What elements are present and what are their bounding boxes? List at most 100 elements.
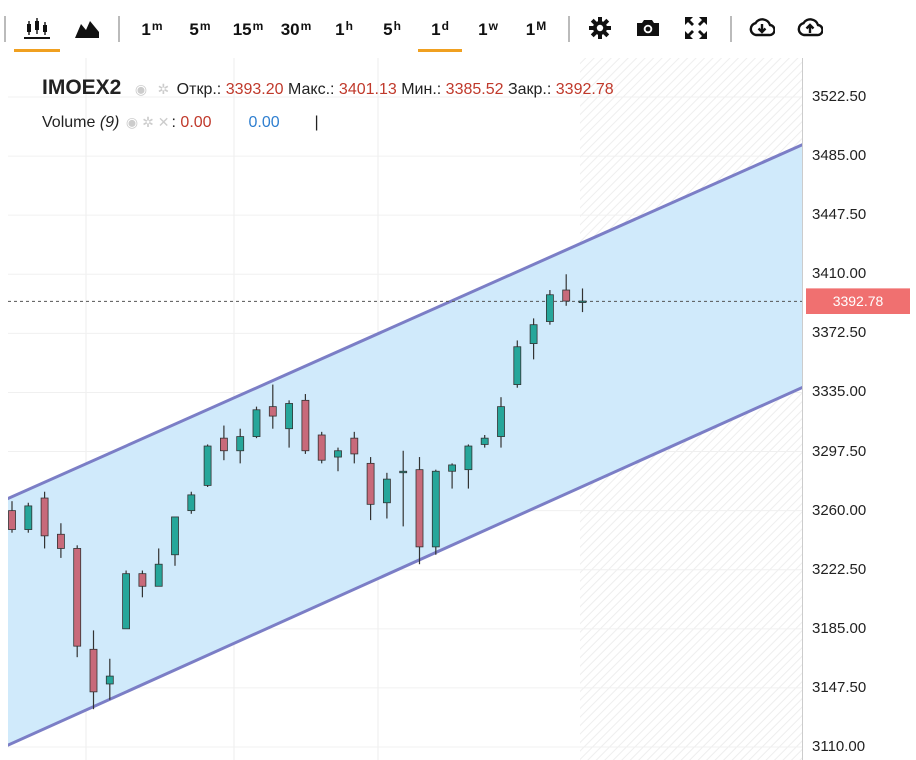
candle-body xyxy=(399,470,408,474)
interval-unit: m xyxy=(199,19,211,33)
candle-body xyxy=(187,494,196,512)
interval-unit: h xyxy=(345,19,353,33)
interval-unit: d xyxy=(441,19,449,33)
candle-body xyxy=(513,346,522,385)
high-value: 3401.13 xyxy=(338,81,397,98)
candle-body xyxy=(8,510,16,530)
volume-value-2: 0.00 xyxy=(248,114,280,131)
fullscreen-button[interactable] xyxy=(676,10,716,50)
candle-body xyxy=(317,434,326,461)
volume-value-1: 0.00 xyxy=(180,114,212,131)
interval-button-1d[interactable]: 1d xyxy=(418,10,462,52)
high-label: Макс.: xyxy=(287,81,335,98)
close-label: Закр.: xyxy=(507,81,552,98)
camera-icon xyxy=(635,17,661,44)
fullscreen-icon xyxy=(684,16,708,45)
price-tick-label: 3222.50 xyxy=(812,560,867,578)
interval-value: 5 xyxy=(383,20,393,39)
volume-legend: Volume (9) ◉ ✲ ✕: 0.00 0.00 | xyxy=(42,114,319,131)
interval-value: 5 xyxy=(189,20,199,39)
price-tick-label: 3522.50 xyxy=(812,88,867,105)
gear-button[interactable] xyxy=(580,10,620,50)
chart-area[interactable] xyxy=(8,58,802,760)
candlestick-icon xyxy=(24,17,50,44)
price-tick-label: 3335.00 xyxy=(812,383,867,401)
camera-button[interactable] xyxy=(628,10,668,50)
close-icon[interactable]: ✕ xyxy=(158,114,170,130)
price-tick-label: 3485.00 xyxy=(812,147,867,165)
candle-body xyxy=(578,300,587,303)
eye-icon[interactable]: ◉ xyxy=(135,81,147,97)
candle-body xyxy=(40,497,49,537)
interval-button-5m[interactable]: 5m xyxy=(178,10,222,50)
area-chart-button[interactable] xyxy=(64,10,110,50)
candle-body xyxy=(382,478,391,504)
interval-value: 15 xyxy=(232,20,252,39)
candle-body xyxy=(268,406,277,417)
candle-body xyxy=(562,289,571,302)
candle-body xyxy=(448,464,457,472)
interval-button-5h[interactable]: 5h xyxy=(370,10,414,50)
price-tick-label: 3147.50 xyxy=(812,678,867,696)
toolbar-separator xyxy=(730,16,732,42)
price-tick-label: 3297.50 xyxy=(812,442,867,460)
symbol-name: IMOEX2 xyxy=(42,76,122,99)
interval-button-1M[interactable]: 1M xyxy=(514,10,558,50)
candle-body xyxy=(334,450,342,458)
price-chart[interactable] xyxy=(8,58,802,760)
price-tick-label: 3260.00 xyxy=(812,501,867,519)
interval-button-1m[interactable]: 1m xyxy=(130,10,174,50)
chart-toolbar: 1 m 5 m 15 m 30 m 1 h 5 h 1 d 1 w 1 M xyxy=(0,0,916,60)
price-tick-label: 3410.00 xyxy=(812,265,867,283)
interval-button-30m[interactable]: 30 m xyxy=(274,10,318,50)
candle-body xyxy=(219,437,228,452)
interval-value: 1 xyxy=(525,20,536,39)
interval-value: 1 xyxy=(478,20,488,39)
open-value: 3393.20 xyxy=(225,81,284,98)
candle-body xyxy=(154,563,163,587)
candle-body xyxy=(171,516,179,556)
candle-body xyxy=(24,505,33,530)
price-tick-label: 3185.00 xyxy=(812,619,867,637)
upload-icon xyxy=(797,17,824,44)
low-label: Мин.: xyxy=(401,81,442,98)
candle-body xyxy=(236,436,245,452)
interval-value: 1 xyxy=(141,20,151,39)
price-axis[interactable]: 3522.50 3485.00 3447.50 3410.00 3372.50 3335.… xyxy=(802,58,916,760)
candle-body xyxy=(529,324,538,345)
interval-value: 30 xyxy=(280,20,300,39)
symbol-legend: IMOEX2 ◉ ✲ Откр.: 3393.20 Макс.: 3401.13… xyxy=(42,76,614,100)
candle-body xyxy=(203,445,212,486)
candle-body xyxy=(89,648,98,693)
price-tick-label: 3447.50 xyxy=(812,206,867,224)
area-chart-icon xyxy=(75,18,99,43)
interval-unit: w xyxy=(488,19,498,33)
interval-unit: m xyxy=(151,19,163,33)
candle-body xyxy=(252,409,261,437)
candle-body xyxy=(480,437,489,445)
download-button[interactable] xyxy=(742,10,782,50)
low-value: 3385.52 xyxy=(445,81,504,98)
open-label: Откр.: xyxy=(176,81,222,98)
upload-button[interactable] xyxy=(790,10,830,50)
candle-body xyxy=(431,470,440,548)
gear-icon[interactable]: ✲ xyxy=(142,114,154,130)
volume-label: Volume xyxy=(42,114,96,131)
interval-button-1h[interactable]: 1h xyxy=(322,10,366,50)
candle-body xyxy=(301,399,310,452)
candlestick-chart-button[interactable] xyxy=(14,10,60,52)
interval-unit: h xyxy=(393,19,401,33)
candle-body xyxy=(415,469,424,548)
legend-cursor: | xyxy=(314,114,319,131)
close-value: 3392.78 xyxy=(555,81,614,98)
candle-body xyxy=(497,406,505,437)
download-icon xyxy=(749,17,776,44)
volume-param: (9) xyxy=(99,114,120,131)
axis-border xyxy=(802,58,803,760)
interval-button-15m[interactable]: 15 m xyxy=(226,10,270,50)
price-tick-label: 3110.00 xyxy=(812,738,866,755)
gear-icon[interactable]: ✲ xyxy=(157,81,169,97)
interval-button-1w[interactable]: 1w xyxy=(466,10,510,50)
eye-icon[interactable]: ◉ xyxy=(126,114,138,130)
candle-body xyxy=(464,445,473,471)
